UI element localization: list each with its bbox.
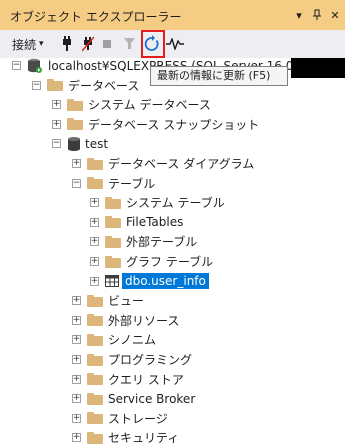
tree-node-storage[interactable]: + ストレージ	[72, 409, 168, 428]
folder-icon	[87, 177, 103, 190]
tree-node-synonyms[interactable]: + シノニム	[72, 330, 156, 349]
snapshots-label: データベース スナップショット	[88, 117, 260, 132]
folder-icon	[105, 255, 121, 268]
test-db-label: test	[85, 136, 109, 151]
toolbar: 接続 ▾	[0, 30, 345, 58]
tree-node-graph-tables[interactable]: + グラフ テーブル	[90, 252, 213, 271]
folder-icon	[67, 98, 83, 111]
stop-icon[interactable]	[100, 34, 114, 54]
system-tables-label: システム テーブル	[126, 196, 225, 211]
tree-node-query-store[interactable]: + クエリ ストア	[72, 370, 184, 389]
expand-icon[interactable]: +	[90, 257, 99, 266]
refresh-highlight	[141, 30, 165, 58]
programmability-label: プログラミング	[108, 353, 193, 367]
tree-node-external-tables[interactable]: + 外部テーブル	[90, 232, 197, 251]
expand-icon[interactable]: +	[72, 159, 81, 168]
storage-label: ストレージ	[108, 411, 168, 426]
expand-icon[interactable]: +	[90, 237, 99, 247]
tree-node-databases[interactable]: − データベース	[32, 76, 139, 95]
synonyms-label: シノニム	[108, 333, 157, 348]
databases-label: データベース	[68, 78, 140, 93]
tree-node-user-info[interactable]: + dbo.user_info	[90, 272, 209, 291]
folder-icon	[87, 294, 103, 307]
tree-node-diagrams[interactable]: + データベース ダイアグラム	[72, 154, 254, 173]
system-databases-label: システム データベース	[88, 98, 211, 113]
folder-icon	[105, 235, 121, 248]
filetables-label: FileTables	[126, 215, 184, 230]
user-info-label: dbo.user_info	[122, 273, 209, 290]
disconnect-plug-icon[interactable]	[80, 34, 96, 54]
collapse-icon[interactable]: −	[52, 139, 61, 149]
tree-node-test-db[interactable]: − test	[52, 134, 108, 153]
server-icon	[27, 58, 43, 74]
expand-icon[interactable]: +	[52, 100, 61, 110]
collapse-icon[interactable]: −	[72, 178, 81, 188]
expand-icon[interactable]: +	[72, 413, 81, 423]
folder-icon	[67, 118, 83, 131]
folder-icon	[87, 412, 103, 425]
query-store-label: クエリ ストア	[108, 372, 184, 387]
pin-icon[interactable]	[309, 7, 325, 23]
collapse-icon[interactable]: −	[12, 61, 21, 70]
panel-titlebar: オブジェクト エクスプローラー ▾ ✕	[0, 0, 345, 30]
graph-tables-label: グラフ テーブル	[126, 255, 214, 269]
service-broker-label: Service Broker	[108, 391, 196, 406]
diagrams-label: データベース ダイアグラム	[108, 157, 255, 171]
tables-label: テーブル	[108, 176, 156, 191]
dropdown-icon[interactable]: ▾	[291, 7, 307, 23]
expand-icon[interactable]: +	[90, 198, 99, 208]
folder-icon	[87, 157, 103, 170]
tree-node-programmability[interactable]: + プログラミング	[72, 350, 192, 369]
folder-icon	[105, 216, 121, 229]
tree-node-tables[interactable]: − テーブル	[72, 174, 155, 193]
tree-node-service-broker[interactable]: + Service Broker	[72, 389, 195, 408]
connect-label: 接続	[12, 37, 37, 52]
tree-node-snapshots[interactable]: + データベース スナップショット	[52, 115, 259, 134]
tree-node-system-tables[interactable]: + システム テーブル	[90, 193, 225, 212]
folder-icon	[47, 79, 63, 92]
expand-icon[interactable]: +	[72, 394, 81, 404]
redaction-box	[291, 58, 345, 78]
tree-node-external-resources[interactable]: + 外部リソース	[72, 311, 179, 330]
connect-button[interactable]: 接続 ▾	[12, 34, 44, 54]
table-icon	[105, 275, 119, 288]
expand-icon[interactable]: +	[72, 296, 81, 306]
refresh-tooltip: 最新の情報に更新 (F5)	[150, 66, 288, 86]
expand-icon[interactable]: +	[72, 374, 81, 384]
chevron-down-icon: ▾	[39, 39, 44, 49]
folder-icon	[87, 333, 103, 346]
database-icon	[68, 136, 80, 151]
folder-icon	[105, 196, 121, 209]
expand-icon[interactable]: +	[90, 217, 99, 227]
security-label: セキュリティ	[108, 431, 180, 446]
expand-icon[interactable]: +	[72, 315, 81, 325]
expand-icon[interactable]: +	[72, 335, 81, 345]
folder-icon	[87, 431, 103, 444]
views-label: ビュー	[108, 294, 145, 309]
tree-node-views[interactable]: + ビュー	[72, 291, 144, 310]
folder-icon	[87, 353, 103, 366]
expand-icon[interactable]: +	[90, 276, 99, 286]
panel-title: オブジェクト エクスプローラー	[10, 10, 182, 24]
close-icon[interactable]: ✕	[327, 7, 343, 23]
collapse-icon[interactable]: −	[32, 80, 41, 90]
folder-icon	[87, 314, 103, 327]
expand-icon[interactable]: +	[52, 119, 61, 129]
folder-icon	[87, 392, 103, 405]
title-buttons: ▾ ✕	[291, 6, 345, 24]
expand-icon[interactable]: +	[72, 433, 81, 443]
expand-icon[interactable]: +	[72, 355, 81, 364]
folder-icon	[87, 373, 103, 386]
tree-node-system-databases[interactable]: + システム データベース	[52, 95, 211, 114]
filter-icon[interactable]	[122, 34, 136, 54]
tree-node-security[interactable]: + セキュリティ	[72, 428, 179, 447]
activity-monitor-icon[interactable]	[165, 34, 185, 54]
external-resources-label: 外部リソース	[108, 313, 180, 328]
tree-node-filetables[interactable]: + FileTables	[90, 213, 183, 232]
external-tables-label: 外部テーブル	[126, 235, 198, 250]
connect-plug-icon[interactable]	[58, 34, 76, 54]
